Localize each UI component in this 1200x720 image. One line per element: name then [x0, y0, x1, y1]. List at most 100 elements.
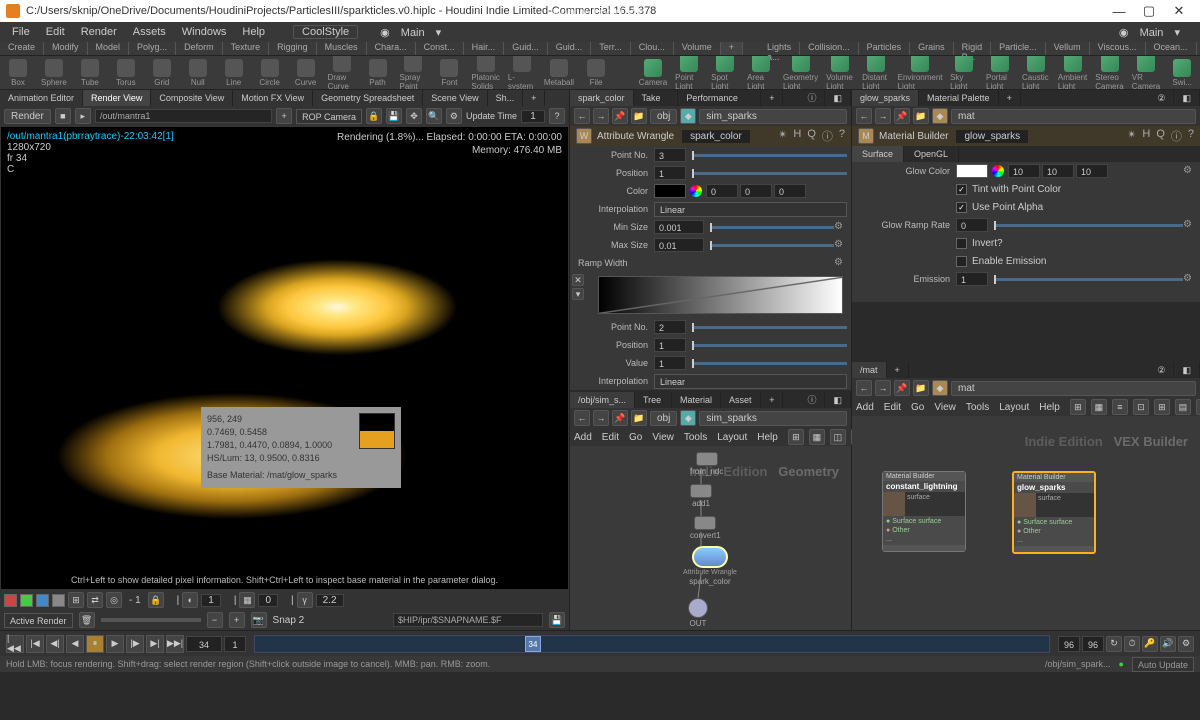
minsize-slider[interactable]	[710, 226, 834, 229]
folder-icon[interactable]: 📁	[631, 108, 647, 124]
net-go[interactable]: Go	[911, 402, 924, 413]
tab-anim-editor[interactable]: Animation Editor	[0, 90, 83, 106]
tool-metaball[interactable]: Metaball	[544, 59, 574, 87]
tool-camera[interactable]: Camera	[639, 59, 667, 87]
tool-vrcam[interactable]: VR Camera	[1132, 56, 1160, 90]
tab-spark-color[interactable]: spark_color	[570, 90, 634, 106]
shelf-add[interactable]: +	[721, 42, 743, 55]
value-slider[interactable]	[692, 362, 847, 365]
gear-icon[interactable]: ⚙	[1183, 273, 1196, 286]
node-name[interactable]: glow_sparks	[956, 130, 1028, 143]
tab-obj-sim[interactable]: /obj/sim_s...	[570, 392, 635, 408]
shelf-cat2[interactable]: Particles	[859, 42, 911, 55]
camera-dropdown[interactable]: ROP Camera	[296, 109, 362, 124]
first-frame-icon[interactable]: |◀◀	[6, 635, 24, 653]
tool-portallight[interactable]: Portal Light	[986, 56, 1014, 90]
node-name[interactable]: spark_color	[682, 130, 750, 143]
gear-icon[interactable]: ✴	[778, 128, 787, 144]
a-channel-icon[interactable]	[52, 594, 65, 607]
desktop-selector[interactable]: CoolStyle	[293, 25, 358, 39]
pointno-field[interactable]: 3	[654, 148, 686, 162]
net-layout[interactable]: Layout	[717, 432, 747, 443]
tool-tube[interactable]: Tube	[76, 59, 104, 87]
net-view[interactable]: View	[652, 432, 674, 443]
net-help[interactable]: Help	[757, 432, 778, 443]
tab-add[interactable]: +	[887, 362, 909, 378]
tool-font[interactable]: Font	[435, 59, 463, 87]
material-network[interactable]: Indie Edition VEX Builder Material Build…	[852, 416, 1200, 630]
lock-icon[interactable]: 🔒	[148, 592, 164, 608]
position-field[interactable]: 1	[654, 166, 686, 180]
tool-spray[interactable]: Spray Paint	[399, 56, 427, 90]
shelf-cat[interactable]: Deform	[176, 42, 223, 55]
arrow-icon[interactable]: ▸	[75, 108, 91, 124]
tool-platonic[interactable]: Platonic Solids	[471, 56, 499, 90]
b-channel-icon[interactable]	[36, 594, 49, 607]
close-button[interactable]: ✕	[1164, 3, 1194, 19]
end2-field[interactable]: 96	[1082, 636, 1104, 652]
camera-icon[interactable]: 📷	[251, 612, 267, 628]
next-key-icon[interactable]: ▶|	[146, 635, 164, 653]
emission-slider[interactable]	[994, 278, 1183, 281]
render-path[interactable]: /out/mantra1	[95, 109, 272, 123]
path-obj[interactable]: obj	[650, 411, 677, 426]
shelf-cat[interactable]: Guid...	[548, 42, 592, 55]
folder-icon[interactable]: 📁	[913, 380, 929, 396]
render-viewport[interactable]: /out/mantra1(pbrraytrace)-22:03:42[1] 12…	[0, 126, 569, 590]
end-field[interactable]: 96	[1058, 636, 1080, 652]
help-icon[interactable]: ?	[839, 128, 845, 144]
play-back-icon[interactable]: ◀	[66, 635, 84, 653]
h-icon[interactable]: H	[1142, 128, 1150, 144]
maxsize-field[interactable]: 0.01	[654, 238, 704, 252]
net-icon[interactable]: ⊞	[1070, 399, 1086, 415]
net-tools[interactable]: Tools	[966, 402, 989, 413]
shelf-cat[interactable]: Model	[88, 42, 130, 55]
brightness-icon[interactable]: ◐	[182, 592, 198, 608]
gear-icon[interactable]: ⚙	[1183, 165, 1196, 178]
pointno2-slider[interactable]	[692, 326, 847, 329]
net-icon[interactable]: ⊡	[1133, 399, 1149, 415]
tool-pointlight[interactable]: Point Light	[675, 56, 703, 90]
tool-envlight[interactable]: Environment Light	[898, 56, 942, 90]
shelf-cat[interactable]: Muscles	[317, 42, 367, 55]
gear-icon[interactable]: ✴	[1127, 128, 1136, 144]
pointno-slider[interactable]	[692, 154, 847, 157]
fwd-icon[interactable]: →	[875, 108, 891, 124]
shelf-cat[interactable]: Clou...	[631, 42, 674, 55]
info-icon[interactable]: ⓘ	[1171, 128, 1182, 144]
minsize-field[interactable]: 0.001	[654, 220, 704, 234]
gear-icon[interactable]: ⚙	[1183, 219, 1196, 232]
minimize-button[interactable]: —	[1104, 4, 1134, 19]
net-icon[interactable]: ⊞	[788, 429, 804, 445]
shelf-cat[interactable]: Texture	[223, 42, 270, 55]
tab-mat[interactable]: /mat	[852, 362, 887, 378]
menu-edit[interactable]: Edit	[38, 26, 73, 38]
node-convert1[interactable]: convert1	[690, 516, 721, 540]
tool-skylight[interactable]: Sky Light	[950, 56, 978, 90]
contrast-field[interactable]: 0	[258, 594, 278, 607]
path-sim[interactable]: sim_sparks	[699, 109, 847, 124]
back-icon[interactable]: ←	[574, 410, 590, 426]
plus-icon[interactable]: +	[229, 612, 245, 628]
geo-icon[interactable]: ◆	[680, 410, 696, 426]
net-icon[interactable]: ⊞	[1154, 399, 1170, 415]
pin-icon[interactable]: 📌	[894, 380, 910, 396]
net-edit[interactable]: Edit	[884, 402, 901, 413]
stop-icon[interactable]: ■	[55, 108, 71, 124]
snap-path[interactable]: $HIP/ipr/$SNAPNAME.$F	[393, 613, 543, 627]
ramp-expand-icon[interactable]: ▾	[572, 288, 584, 300]
r-channel-icon[interactable]	[4, 594, 17, 607]
color-wheel-icon[interactable]	[690, 185, 702, 197]
shelf-cat2[interactable]: Vellum	[1046, 42, 1090, 55]
net-icon[interactable]: ▤	[1175, 399, 1191, 415]
lock-icon[interactable]: 🔒	[366, 108, 382, 124]
cog-icon[interactable]: ⚙	[1178, 636, 1194, 652]
audio-icon[interactable]: 🔊	[1160, 636, 1176, 652]
glowcolor-swatch[interactable]	[956, 164, 988, 178]
tab-composite[interactable]: Composite View	[151, 90, 233, 106]
tool-amblight[interactable]: Ambient Light	[1058, 56, 1087, 90]
tool-drawcurve[interactable]: Draw Curve	[328, 56, 356, 90]
maxsize-slider[interactable]	[710, 244, 834, 247]
search-icon[interactable]: Q	[807, 128, 816, 144]
shelf-cat2[interactable]: Fluid C...	[1197, 42, 1200, 55]
